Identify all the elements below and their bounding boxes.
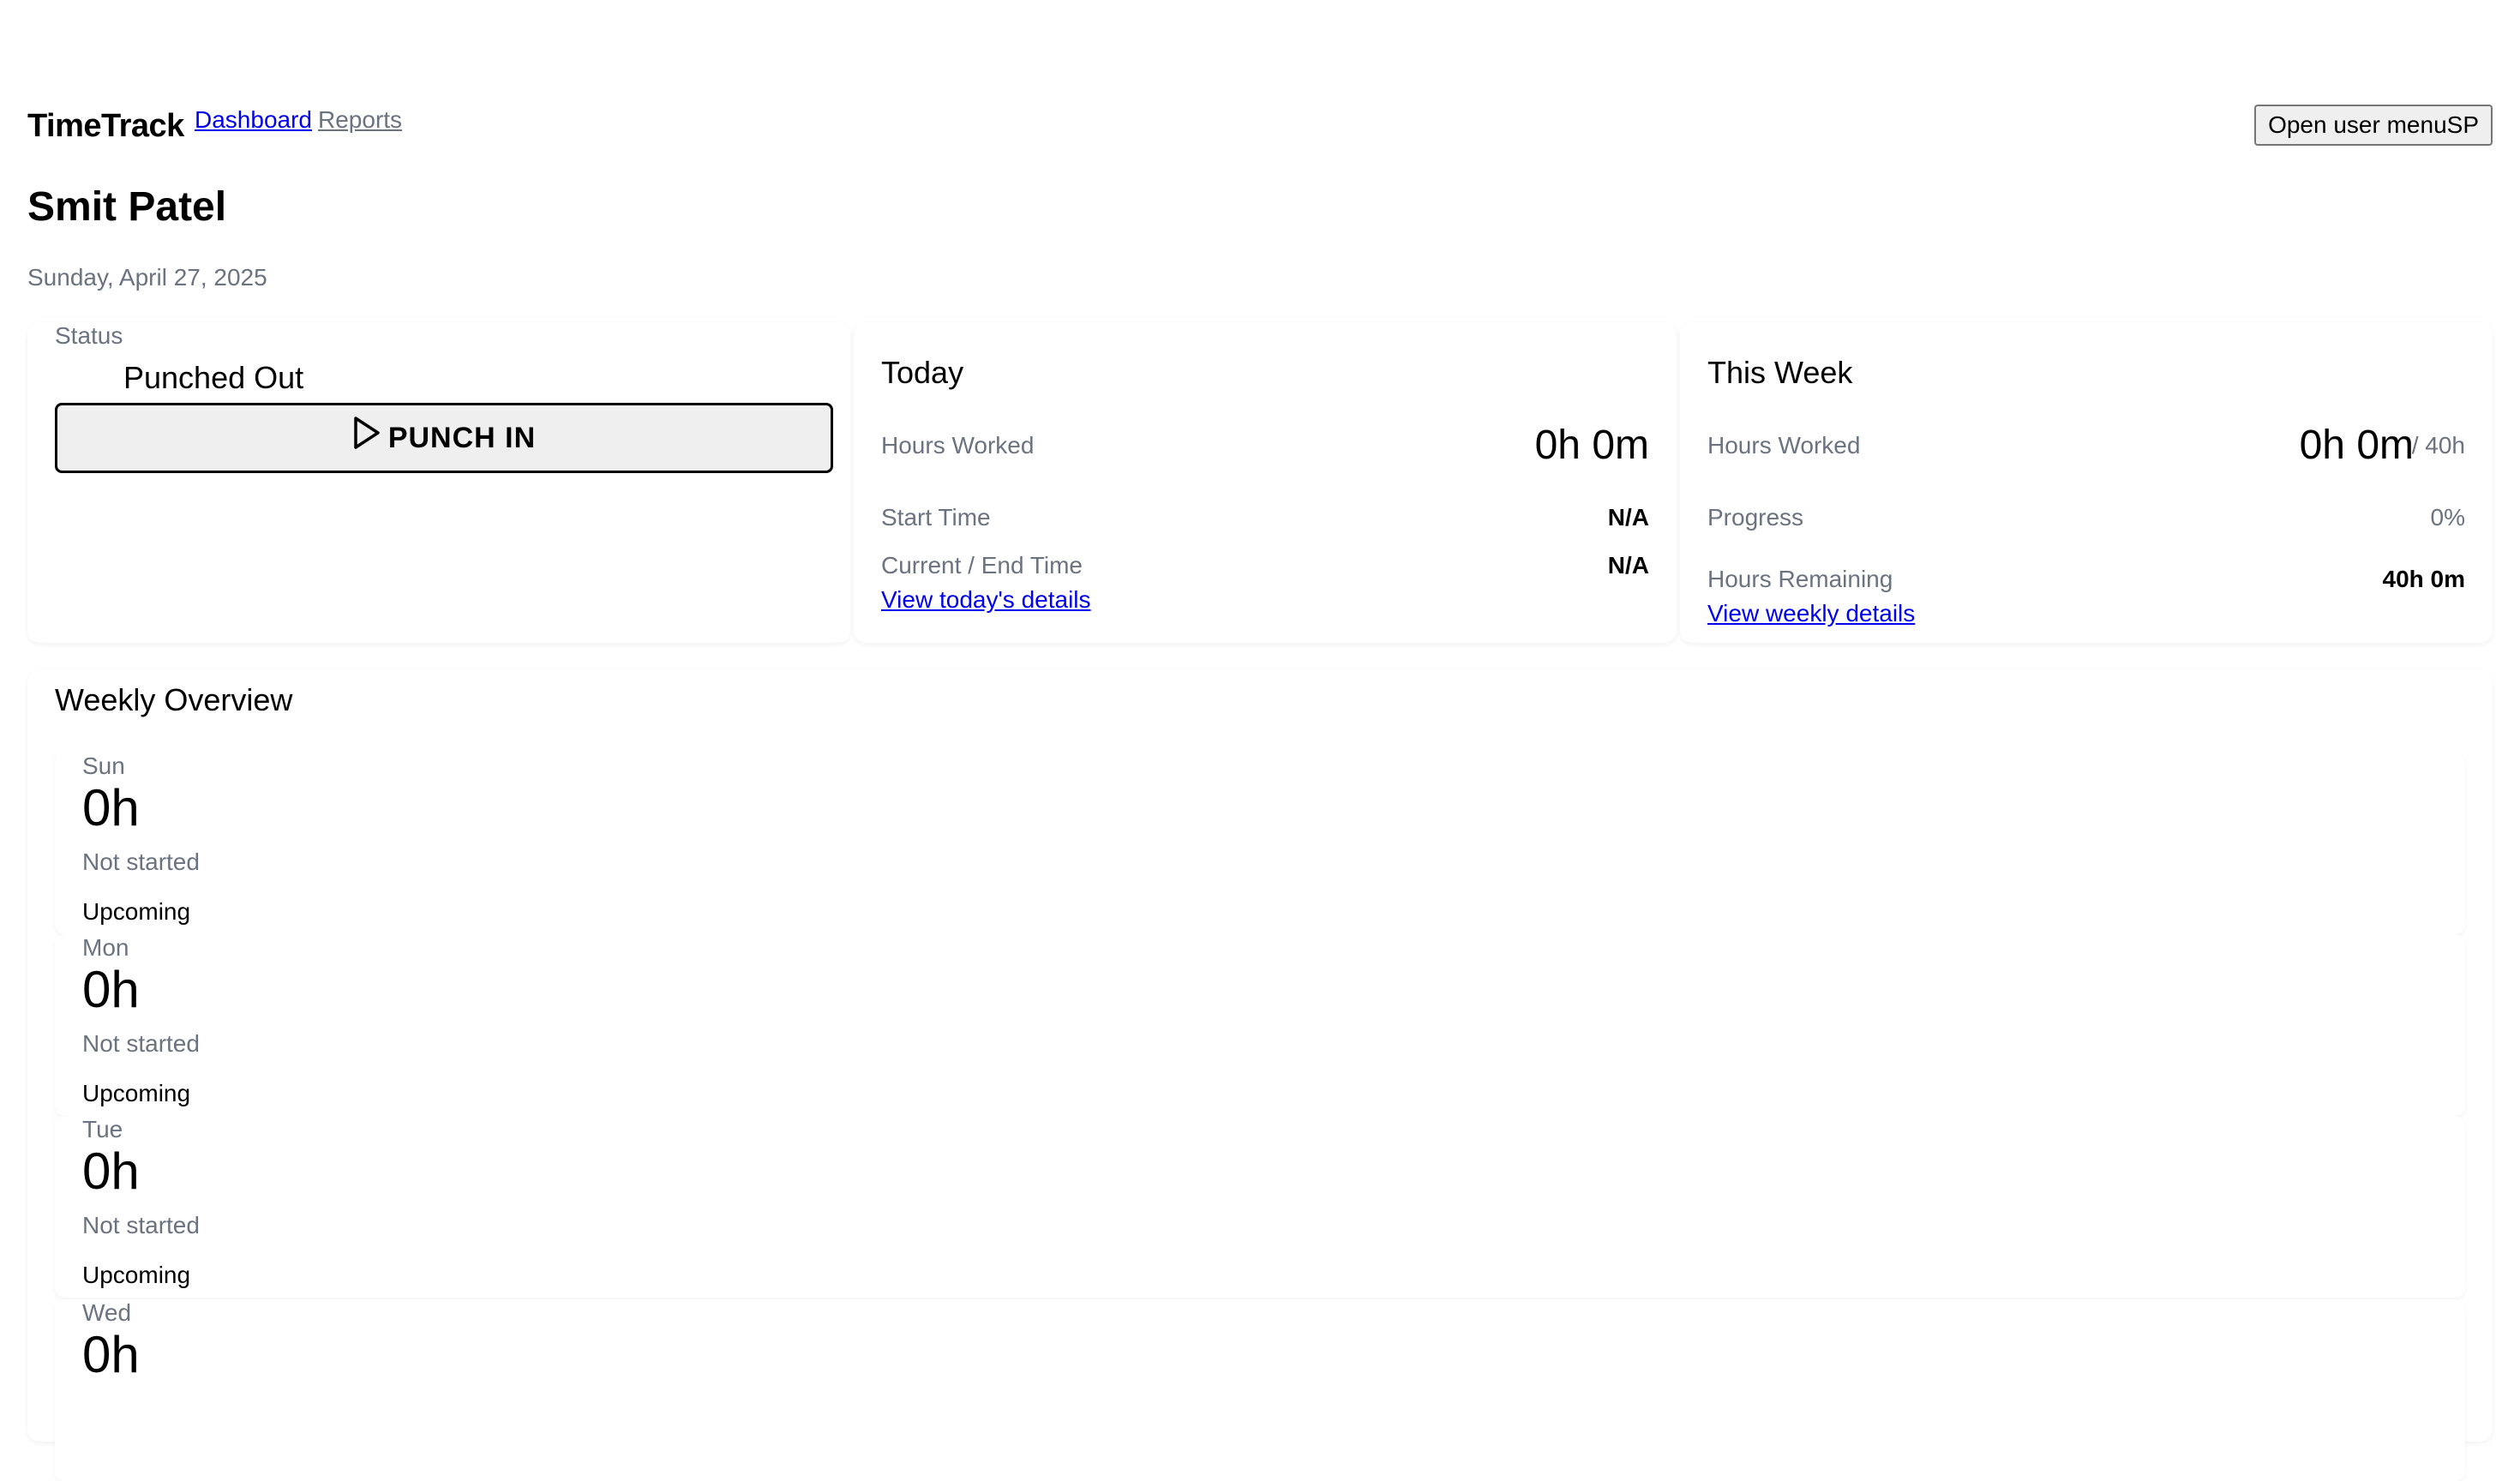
punch-in-label: PUNCH IN <box>387 421 537 454</box>
play-icon <box>354 417 380 449</box>
day-note: Not started <box>82 1212 200 1238</box>
day-state: Upcoming <box>82 898 191 925</box>
status-card: Status Punched Out PUNCH IN <box>27 322 850 643</box>
punch-in-button[interactable]: PUNCH IN <box>55 403 833 473</box>
today-hours-value: 0h 0m <box>1534 423 1649 468</box>
status-label: Status <box>55 322 123 349</box>
start-time-label: Start Time <box>881 504 991 531</box>
day-hours: 0h <box>82 1326 140 1383</box>
start-time-value: N/A <box>1607 504 1649 531</box>
today-hours-label: Hours Worked <box>881 432 1035 459</box>
remaining-value: 40h 0m <box>2382 566 2466 592</box>
week-title: This Week <box>1707 355 1853 390</box>
week-hours-value: 0h 0m <box>2299 423 2414 468</box>
day-note: Not started <box>82 1030 200 1057</box>
day-state: Upcoming <box>82 1080 191 1106</box>
current-date: Sunday, April 27, 2025 <box>27 264 267 291</box>
today-title: Today <box>881 355 964 390</box>
end-time-value: N/A <box>1607 552 1649 579</box>
week-card: This Week Hours Worked 0h 0m / 40h Progr… <box>1680 322 2493 643</box>
day-note: Not started <box>82 848 200 875</box>
remaining-label: Hours Remaining <box>1707 566 1893 592</box>
brand-logo[interactable]: TimeTrack <box>27 108 184 145</box>
nav-link-dashboard[interactable]: Dashboard <box>195 106 312 134</box>
top-nav: TimeTrack Dashboard Reports Open user me… <box>27 101 2493 154</box>
progress-label: Progress <box>1707 504 1804 531</box>
progress-value: 0% <box>2430 504 2465 531</box>
day-hours: 0h <box>82 961 140 1018</box>
week-hours-label: Hours Worked <box>1707 432 1861 459</box>
weekly-details-link[interactable]: View weekly details <box>1707 600 1915 627</box>
today-details-link[interactable]: View today's details <box>881 586 1091 614</box>
today-card: Today Hours Worked 0h 0m Start Time N/A … <box>854 322 1677 643</box>
weekly-overview: Weekly Overview Sun 0h Not started Upcom… <box>27 670 2493 1481</box>
end-time-label: Current / End Time <box>881 552 1083 579</box>
status-value: Punched Out <box>123 360 304 395</box>
user-menu-button[interactable]: Open user menuSP <box>2254 105 2493 146</box>
page-title: Smit Patel <box>27 184 227 230</box>
day-name: Mon <box>82 934 129 961</box>
day-card-wed: Wed 0h <box>55 1299 2465 1481</box>
week-hours-goal: / 40h <box>2411 432 2465 459</box>
day-hours: 0h <box>82 779 140 836</box>
day-name: Tue <box>82 1116 123 1142</box>
nav-link-reports[interactable]: Reports <box>318 106 402 134</box>
day-hours: 0h <box>82 1142 140 1200</box>
day-name: Sun <box>82 752 125 779</box>
day-name: Wed <box>82 1299 132 1326</box>
weekly-overview-title: Weekly Overview <box>55 682 293 717</box>
day-card-mon: Mon 0h Not started Upcoming <box>55 934 2465 1116</box>
day-card-sun: Sun 0h Not started Upcoming <box>55 752 2465 934</box>
day-card-tue: Tue 0h Not started Upcoming <box>55 1116 2465 1298</box>
day-state: Upcoming <box>82 1262 191 1288</box>
